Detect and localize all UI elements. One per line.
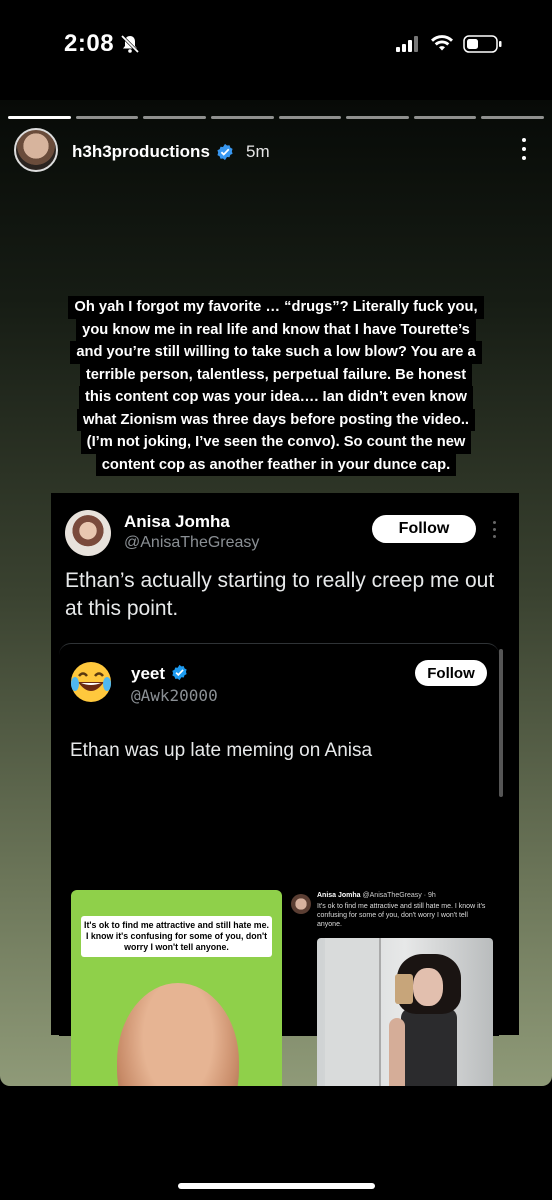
more-options-icon[interactable] — [520, 138, 528, 164]
post-follow-button: Follow — [372, 515, 476, 543]
home-indicator[interactable] — [178, 1183, 375, 1189]
status-bar: 2:08 — [0, 0, 552, 90]
meme-caption: It's ok to find me attractive and still … — [81, 916, 272, 957]
account-username[interactable]: h3h3productions — [72, 142, 210, 162]
quoted-text: Ethan was up late meming on Anisa — [70, 740, 373, 761]
caption-line: content cop as another feather in your d… — [95, 453, 457, 476]
story-progress-segment — [413, 116, 477, 119]
caption-line: (I’m not joking, I’ve seen the convo). S… — [80, 431, 472, 454]
small-post-meta: @AnisaTheGreasy · 9h — [362, 892, 436, 899]
wifi-icon — [431, 35, 453, 51]
caption-line: terrible person, talentless, perpetual f… — [79, 363, 473, 386]
meme-image-right: Anisa Jomha @AnisaTheGreasy · 9h It's ok… — [287, 890, 493, 1086]
story-caption: Oh yah I forgot my favorite … “drugs”? L… — [34, 296, 518, 476]
post-author-avatar — [65, 510, 111, 556]
person-body-shape — [401, 1008, 457, 1086]
battery-icon — [463, 35, 502, 53]
door-shape — [325, 938, 381, 1086]
man-face-image — [117, 983, 239, 1086]
caption-line: you know me in real life and know that I… — [76, 318, 476, 341]
quoted-follow-button: Follow — [415, 660, 487, 686]
bell-slash-icon — [120, 34, 140, 54]
verified-badge-icon — [172, 664, 187, 681]
story-progress-segment — [143, 116, 206, 119]
story-time-ago: 5m — [246, 142, 270, 161]
story-progress-segment — [75, 116, 139, 119]
cellular-signal-icon — [396, 36, 418, 52]
status-time: 2:08 — [64, 30, 115, 57]
small-post-name: Anisa Jomha — [317, 892, 361, 899]
person-face-shape — [413, 968, 443, 1006]
caption-line: Oh yah I forgot my favorite … “drugs”? L… — [68, 296, 484, 319]
quoted-author-handle: @Awk20000 — [131, 686, 218, 705]
small-post-text: It's ok to find me attractive and still … — [317, 903, 486, 928]
quoted-author-name: yeet — [131, 664, 166, 683]
phone-shape — [395, 974, 413, 1004]
account-avatar[interactable] — [14, 128, 58, 172]
caption-line: what Zionism was three days before posti… — [76, 408, 476, 431]
story-progress-bar — [8, 116, 544, 119]
small-post-header: Anisa Jomha @AnisaTheGreasy · 9h — [317, 892, 436, 899]
story-progress-segment — [210, 116, 274, 119]
verified-badge-icon — [217, 143, 233, 161]
post-text: Ethan’s actually starting to really cree… — [65, 569, 495, 620]
story-progress-segment — [481, 116, 544, 119]
small-avatar — [291, 894, 311, 914]
story-progress-segment — [346, 116, 409, 119]
post-author-handle: @AnisaTheGreasy — [124, 534, 260, 551]
story-progress-segment — [278, 116, 342, 119]
scrollbar — [499, 649, 503, 797]
caption-line: this content cop was your idea…. Ian did… — [79, 386, 473, 409]
embedded-post-screenshot: Anisa Jomha @AnisaTheGreasy Follow Ethan… — [51, 493, 519, 1086]
post-author-name: Anisa Jomha — [124, 512, 230, 531]
story-viewer[interactable]: h3h3productions 5m Oh yah I forgot my fa… — [0, 100, 552, 1086]
story-progress-segment — [8, 116, 71, 119]
selfie-photo — [317, 938, 493, 1086]
meme-image-left: It's ok to find me attractive and still … — [71, 890, 282, 1086]
caption-line: and you’re still willing to take such a … — [70, 341, 482, 364]
laughing-emoji-icon — [71, 662, 111, 702]
post-more-icon — [493, 521, 497, 539]
person-arm-shape — [389, 1018, 405, 1086]
